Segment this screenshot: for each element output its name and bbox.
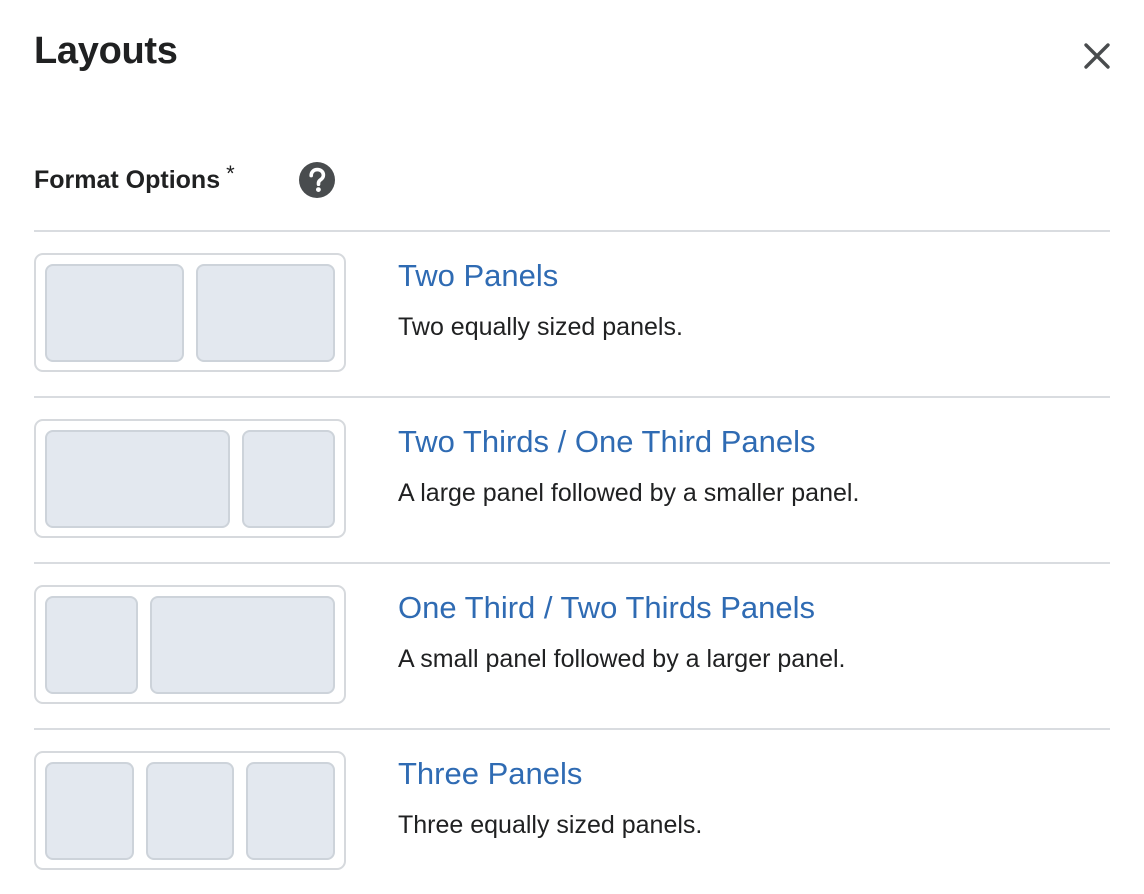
layout-option-description: Three equally sized panels. <box>398 811 703 839</box>
layout-preview-panel <box>45 430 231 528</box>
close-icon <box>1074 33 1120 79</box>
required-asterisk: * <box>226 161 235 186</box>
layout-option-description: A small panel followed by a larger panel… <box>398 645 846 673</box>
layout-preview-panel <box>45 762 134 860</box>
layouts-dialog: Layouts Format Options * Two Panels Two e… <box>0 0 1144 894</box>
layout-preview-thumbnail <box>34 585 346 704</box>
layout-preview-panel <box>45 264 184 362</box>
layout-preview-panel <box>246 762 335 860</box>
layout-preview-panel <box>45 596 138 694</box>
layout-preview-thumbnail <box>34 751 346 870</box>
layout-option-title[interactable]: Two Thirds / One Third Panels <box>398 422 816 462</box>
layout-option-description: Two equally sized panels. <box>398 313 683 341</box>
dialog-title: Layouts <box>34 30 178 72</box>
layout-option[interactable]: Two Thirds / One Third Panels A large pan… <box>34 398 1110 562</box>
format-options-label: Format Options * <box>34 160 235 200</box>
layout-option-description: A large panel followed by a smaller pane… <box>398 479 860 507</box>
layout-option-title[interactable]: Two Panels <box>398 256 558 296</box>
close-button[interactable] <box>1074 33 1120 79</box>
layout-option[interactable]: One Third / Two Thirds Panels A small pan… <box>34 564 1110 728</box>
layout-option-title[interactable]: One Third / Two Thirds Panels <box>398 588 815 628</box>
layout-preview-panel <box>149 596 335 694</box>
layout-option[interactable]: Three Panels Three equally sized panels. <box>34 730 1110 894</box>
layout-options-list: Two Panels Two equally sized panels. Two T… <box>34 230 1110 894</box>
layout-preview-panel <box>242 430 335 528</box>
format-options-text: Format Options <box>34 165 221 194</box>
layout-option[interactable]: Two Panels Two equally sized panels. <box>34 232 1110 396</box>
layout-preview-panel <box>145 762 235 860</box>
layout-option-title[interactable]: Three Panels <box>398 754 582 794</box>
layout-preview-panel <box>196 264 335 362</box>
help-question-icon[interactable] <box>298 161 336 199</box>
layout-preview-thumbnail <box>34 253 346 372</box>
layout-preview-thumbnail <box>34 419 346 538</box>
